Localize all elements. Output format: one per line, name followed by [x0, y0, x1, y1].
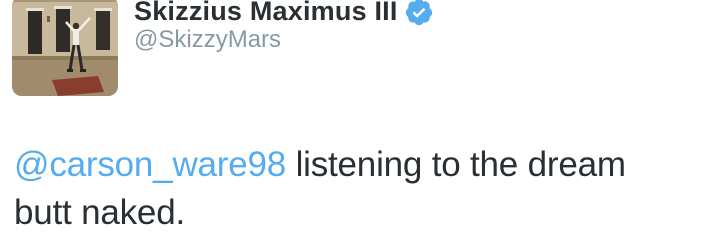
tweet-text-segment: listening to the dream: [286, 145, 626, 184]
tweet-text-line-2: butt naked.: [14, 193, 185, 232]
tweet-text-line-1: @carson_ware98 listening to the dream: [14, 141, 714, 189]
verified-badge-icon: [404, 0, 434, 27]
tweet-text: @carson_ware98 listening to the dream bu…: [14, 141, 714, 237]
author-username[interactable]: @SkizzyMars: [134, 26, 281, 54]
author-display-name[interactable]: Skizzius Maximus III: [134, 0, 398, 27]
author-avatar[interactable]: [12, 0, 118, 96]
mention-link[interactable]: @carson_ware98: [14, 145, 286, 184]
avatar-photo: [12, 0, 118, 96]
